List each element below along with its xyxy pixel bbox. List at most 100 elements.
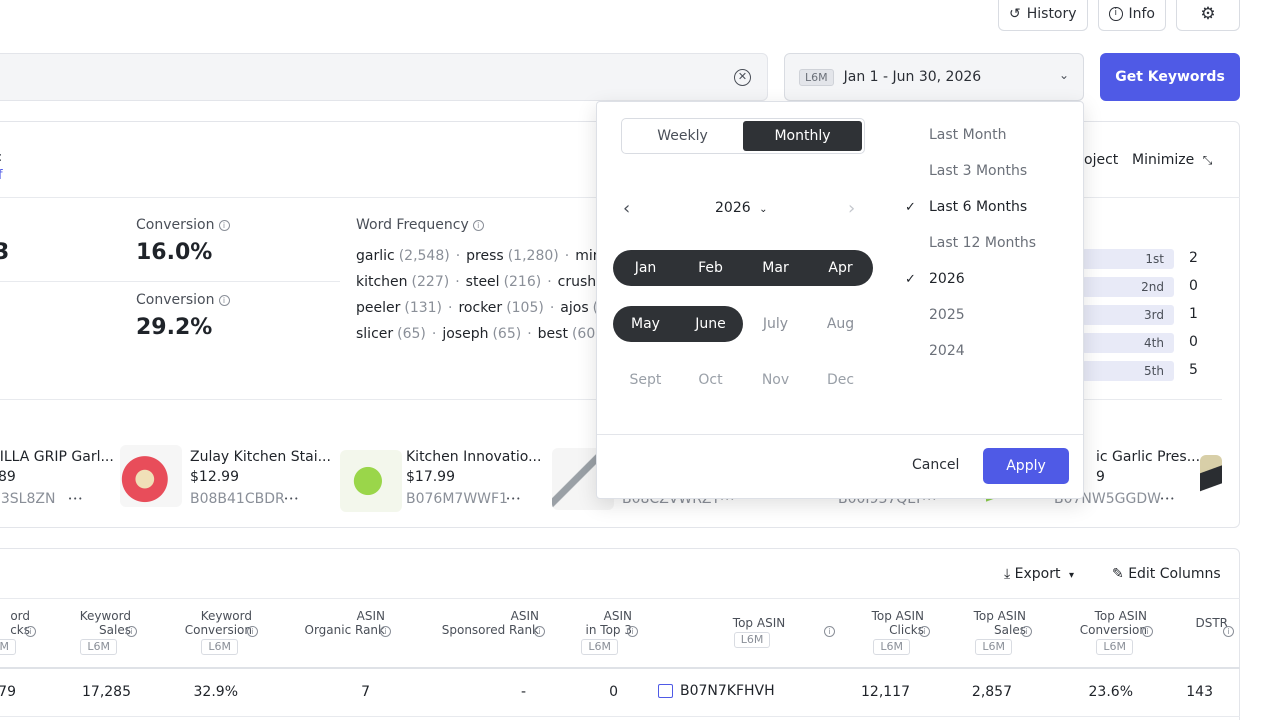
column-header[interactable]: ASIN Organic Rank i: [245, 609, 391, 637]
product-image[interactable]: [340, 450, 402, 512]
history-button[interactable]: ↺ History: [998, 0, 1088, 31]
month-dec[interactable]: Dec: [808, 362, 873, 398]
word[interactable]: rocker: [458, 300, 502, 316]
search-input[interactable]: ✕: [0, 53, 768, 101]
column-label: Sales: [994, 623, 1026, 637]
month-july[interactable]: July: [743, 306, 808, 342]
product-asin[interactable]: B08B41CBDR: [190, 491, 285, 507]
conversion-label-1: Conversion i: [136, 217, 230, 233]
info-button[interactable]: i Info: [1098, 0, 1166, 31]
conversion-label-2: Conversion i: [136, 292, 230, 308]
export-button[interactable]: ⤓ Export ▾: [1004, 566, 1074, 582]
chevron-down-icon: ⌄: [1058, 68, 1069, 82]
column-header[interactable]: Keyword Conversion L6M i: [112, 609, 258, 655]
product-image[interactable]: [1200, 455, 1222, 507]
product-price: $17.99: [406, 469, 455, 485]
word[interactable]: press: [466, 248, 504, 264]
minimize-button[interactable]: Minimize ⤡: [1132, 152, 1212, 168]
word[interactable]: garlic: [356, 248, 395, 264]
month-nov[interactable]: Nov: [743, 362, 808, 398]
product-name[interactable]: Zulay Kitchen Stai...: [190, 449, 331, 465]
column-label: ASIN: [356, 609, 385, 623]
word[interactable]: best: [538, 326, 568, 342]
word[interactable]: mince: [575, 248, 596, 264]
rank-value: 5: [1189, 362, 1198, 378]
preset-option[interactable]: 2026: [929, 271, 965, 287]
month-mar[interactable]: Mar: [743, 250, 808, 286]
word[interactable]: kitchen: [356, 274, 408, 290]
month-aug[interactable]: Aug: [808, 306, 873, 342]
month-sept[interactable]: Sept: [613, 362, 678, 398]
chevron-right-icon[interactable]: ›: [848, 198, 855, 219]
product-image[interactable]: [120, 445, 182, 507]
word-frequency-row: slicer(65)·joseph(65)·best(60): [356, 326, 596, 352]
more-icon[interactable]: •••: [284, 495, 299, 503]
preset-option[interactable]: Last 3 Months: [929, 163, 1027, 179]
preset-option[interactable]: Last Month: [929, 127, 1007, 143]
month-oct[interactable]: Oct: [678, 362, 743, 398]
word-count: (2,548): [398, 248, 450, 264]
cancel-button[interactable]: Cancel: [912, 457, 959, 473]
product-asin[interactable]: B076M7WWF1: [406, 491, 508, 507]
word-frequency-label: Word Frequency i: [356, 217, 484, 233]
preset-option[interactable]: 2025: [929, 307, 965, 323]
more-icon[interactable]: •••: [1160, 495, 1175, 503]
more-icon[interactable]: •••: [506, 495, 521, 503]
history-icon: ↺: [1009, 6, 1021, 22]
product-price: 89: [0, 469, 16, 485]
product-name[interactable]: Kitchen Innovatio...: [406, 449, 541, 465]
separator: ·: [527, 326, 532, 342]
month-june[interactable]: June: [678, 306, 743, 342]
rank-bar: 1st: [1082, 249, 1174, 269]
preset-option[interactable]: Last 12 Months: [929, 235, 1036, 251]
column-label: Keyword: [200, 609, 252, 623]
word[interactable]: steel: [466, 274, 500, 290]
rank-value: 0: [1189, 278, 1198, 294]
chevron-left-icon[interactable]: ‹: [623, 198, 630, 219]
preset-option[interactable]: Last 6 Months: [929, 199, 1027, 215]
word-count: (1,280): [507, 248, 559, 264]
word[interactable]: joseph: [442, 326, 488, 342]
more-icon[interactable]: •••: [68, 495, 83, 503]
word[interactable]: slicer: [356, 326, 393, 342]
product-name[interactable]: ic Garlic Pres...: [1096, 449, 1200, 465]
month-feb[interactable]: Feb: [678, 250, 743, 286]
separator: ·: [549, 300, 555, 316]
period-pill-wrap: L6M: [112, 637, 252, 655]
period-pill-wrap: L6M: [492, 637, 632, 655]
settings-button[interactable]: ⚙: [1176, 0, 1240, 31]
table-cell: 17,285: [82, 684, 131, 700]
preset-option[interactable]: 2024: [929, 343, 965, 359]
table-cell[interactable]: B07N7KFHVH: [680, 683, 800, 699]
year-select[interactable]: 2026 ⌄: [715, 200, 767, 216]
fragment-link[interactable]: f: [0, 168, 3, 183]
info-icon: i: [627, 626, 638, 637]
date-range-selector[interactable]: L6M Jan 1 - Jun 30, 2026 ⌄: [784, 53, 1084, 101]
conversion-value-1: 16.0%: [136, 240, 213, 265]
column-header[interactable]: DSTR i: [1088, 616, 1234, 637]
apply-button[interactable]: Apply: [983, 448, 1069, 484]
month-apr[interactable]: Apr: [808, 250, 873, 286]
month-may[interactable]: May: [613, 306, 678, 342]
divider: [0, 598, 1240, 599]
divider: [0, 667, 1240, 669]
word[interactable]: ajos: [560, 300, 588, 316]
clear-icon[interactable]: ✕: [734, 69, 751, 86]
edit-columns-button[interactable]: ✎ Edit Columns: [1112, 566, 1221, 582]
word-count: (227): [411, 274, 450, 290]
word-frequency-row: kitchen(227) · steel(216) · crusher: [356, 274, 596, 300]
column-header[interactable]: Top ASIN Sales L6M i: [886, 609, 1032, 655]
info-icon: i: [472, 220, 484, 231]
separator: ·: [455, 248, 461, 264]
product-asin[interactable]: G3SL8ZN: [0, 491, 55, 507]
word[interactable]: peeler: [356, 300, 400, 316]
get-keywords-button[interactable]: Get Keywords: [1100, 53, 1240, 101]
column-header[interactable]: ASIN in Top 3 L6M i: [492, 609, 638, 655]
project-fragment[interactable]: oject: [1084, 152, 1118, 168]
weekly-tab[interactable]: Weekly: [622, 119, 743, 153]
product-name[interactable]: RILLA GRIP Garl...: [0, 449, 114, 465]
word[interactable]: crusher: [558, 274, 596, 290]
period-pill-wrap: L6M: [1007, 637, 1147, 655]
monthly-tab[interactable]: Monthly: [743, 121, 862, 151]
month-jan[interactable]: Jan: [613, 250, 678, 286]
